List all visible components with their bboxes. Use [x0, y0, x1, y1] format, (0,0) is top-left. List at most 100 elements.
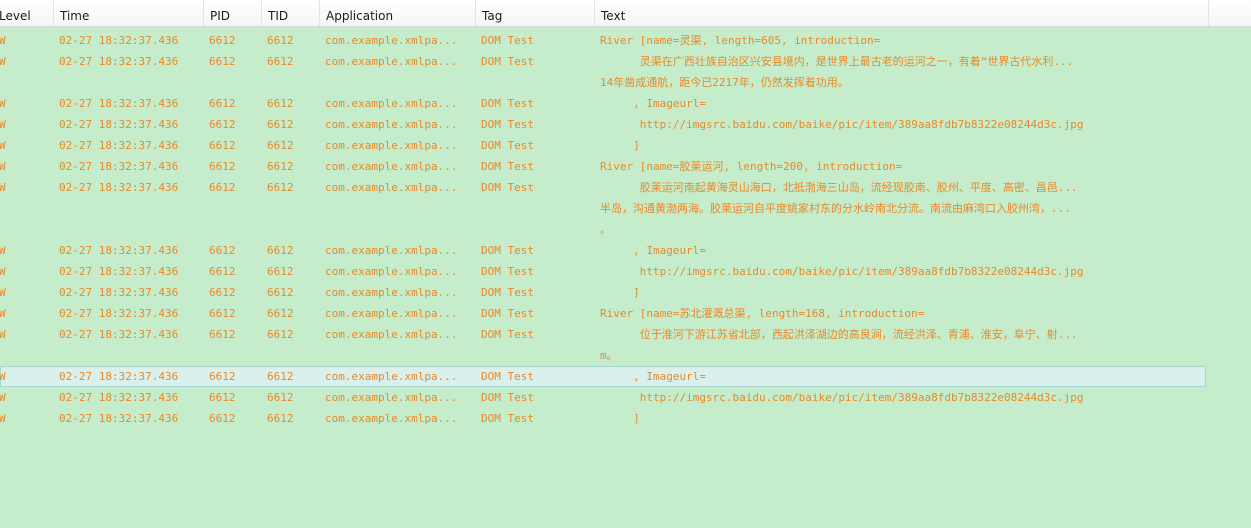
log-application-cell: com.example.xmlpa... — [325, 286, 458, 299]
log-tag-cell: DOM Test — [481, 286, 534, 299]
log-level-cell: W — [0, 55, 6, 68]
log-text-cell: River [name=苏北灌溉总渠, length=168, introduc… — [600, 307, 925, 320]
log-level-cell: W — [0, 391, 6, 404]
log-pid-cell: 6612 — [209, 181, 236, 194]
log-tag-cell: DOM Test — [481, 55, 534, 68]
log-application-cell: com.example.xmlpa... — [325, 139, 458, 152]
column-header-level[interactable]: Level — [0, 0, 53, 26]
log-level-cell: W — [0, 307, 6, 320]
log-application-cell: com.example.xmlpa... — [325, 160, 458, 173]
log-text-cell: ] — [600, 139, 640, 152]
log-row[interactable]: W 02-27 18:32:37.436 6612 6612 com.example.x… — [0, 240, 1251, 261]
log-pid-cell: 6612 — [209, 139, 236, 152]
log-tid-cell: 6612 — [267, 244, 294, 257]
log-application-cell: com.example.xmlpa... — [325, 391, 458, 404]
log-pid-cell: 6612 — [209, 244, 236, 257]
log-time-cell: 02-27 18:32:37.436 — [59, 370, 179, 383]
log-level-cell: W — [0, 118, 6, 131]
log-text-cell: 灵渠在广西壮族自治区兴安县境内，是世界上最古老的运河之一，有着“世界古代水利..… — [600, 55, 1074, 68]
log-time-cell: 02-27 18:32:37.436 — [59, 265, 179, 278]
log-application-cell: com.example.xmlpa... — [325, 244, 458, 257]
log-pid-cell: 6612 — [209, 391, 236, 404]
log-time-cell: 02-27 18:32:37.436 — [59, 55, 179, 68]
log-tag-cell: DOM Test — [481, 181, 534, 194]
log-row[interactable]: W 02-27 18:32:37.436 6612 6612 com.example.x… — [0, 366, 1206, 387]
log-text-cell: http://imgsrc.baidu.com/baike/pic/item/3… — [600, 265, 1084, 278]
log-pid-cell: 6612 — [209, 328, 236, 341]
log-pid-cell: 6612 — [209, 118, 236, 131]
log-tid-cell: 6612 — [267, 328, 294, 341]
log-application-cell: com.example.xmlpa... — [325, 97, 458, 110]
log-row[interactable]: W 02-27 18:32:37.436 6612 6612 com.example.x… — [0, 303, 1251, 324]
log-time-cell: 02-27 18:32:37.436 — [59, 118, 179, 131]
log-row[interactable]: W 02-27 18:32:37.436 6612 6612 com.example.x… — [0, 408, 1251, 429]
log-time-cell: 02-27 18:32:37.436 — [59, 328, 179, 341]
log-text-continuation: m。 — [600, 349, 618, 362]
log-tag-cell: DOM Test — [481, 391, 534, 404]
log-row[interactable]: W 02-27 18:32:37.436 6612 6612 com.example.x… — [0, 156, 1251, 177]
log-tag-cell: DOM Test — [481, 307, 534, 320]
log-row[interactable]: W 02-27 18:32:37.436 6612 6612 com.example.x… — [0, 387, 1251, 408]
log-tag-cell: DOM Test — [481, 412, 534, 425]
log-level-cell: W — [0, 244, 6, 257]
log-level-cell: W — [0, 97, 6, 110]
log-text-cell: , Imageurl= — [600, 97, 706, 110]
log-time-cell: 02-27 18:32:37.436 — [59, 97, 179, 110]
log-tid-cell: 6612 — [267, 139, 294, 152]
log-application-cell: com.example.xmlpa... — [325, 181, 458, 194]
log-row[interactable]: W 02-27 18:32:37.436 6612 6612 com.example.x… — [0, 177, 1251, 240]
log-pid-cell: 6612 — [209, 370, 236, 383]
log-application-cell: com.example.xmlpa... — [325, 370, 458, 383]
log-tid-cell: 6612 — [267, 307, 294, 320]
column-header-application[interactable]: Application — [319, 0, 475, 26]
log-application-cell: com.example.xmlpa... — [325, 118, 458, 131]
log-row[interactable]: W 02-27 18:32:37.436 6612 6612 com.example.x… — [0, 135, 1251, 156]
log-text-cell: http://imgsrc.baidu.com/baike/pic/item/3… — [600, 118, 1084, 131]
log-row[interactable]: W 02-27 18:32:37.436 6612 6612 com.example.x… — [0, 282, 1251, 303]
log-time-cell: 02-27 18:32:37.436 — [59, 34, 179, 47]
log-tag-cell: DOM Test — [481, 328, 534, 341]
column-header-time[interactable]: Time — [53, 0, 203, 26]
log-pid-cell: 6612 — [209, 34, 236, 47]
column-header-pid[interactable]: PID — [203, 0, 261, 26]
log-row[interactable]: W 02-27 18:32:37.436 6612 6612 com.example.x… — [0, 114, 1251, 135]
log-level-cell: W — [0, 34, 6, 47]
log-level-cell: W — [0, 370, 6, 383]
log-application-cell: com.example.xmlpa... — [325, 412, 458, 425]
log-pid-cell: 6612 — [209, 412, 236, 425]
log-application-cell: com.example.xmlpa... — [325, 328, 458, 341]
log-pid-cell: 6612 — [209, 160, 236, 173]
log-row[interactable]: W 02-27 18:32:37.436 6612 6612 com.example.x… — [0, 261, 1251, 282]
log-level-cell: W — [0, 139, 6, 152]
log-row[interactable]: W 02-27 18:32:37.436 6612 6612 com.example.x… — [0, 324, 1251, 366]
log-row[interactable]: W 02-27 18:32:37.436 6612 6612 com.example.x… — [0, 51, 1251, 93]
log-row[interactable]: W 02-27 18:32:37.436 6612 6612 com.example.x… — [0, 93, 1251, 114]
log-row[interactable]: W 02-27 18:32:37.436 6612 6612 com.example.x… — [0, 30, 1251, 51]
log-pid-cell: 6612 — [209, 265, 236, 278]
log-tag-cell: DOM Test — [481, 139, 534, 152]
column-header-tid[interactable]: TID — [261, 0, 319, 26]
log-pid-cell: 6612 — [209, 55, 236, 68]
log-level-cell: W — [0, 412, 6, 425]
log-tid-cell: 6612 — [267, 391, 294, 404]
log-tid-cell: 6612 — [267, 55, 294, 68]
log-tid-cell: 6612 — [267, 34, 294, 47]
log-time-cell: 02-27 18:32:37.436 — [59, 307, 179, 320]
log-tag-cell: DOM Test — [481, 370, 534, 383]
log-application-cell: com.example.xmlpa... — [325, 55, 458, 68]
log-message-list[interactable]: W 02-27 18:32:37.436 6612 6612 com.example.x… — [0, 30, 1251, 429]
log-tid-cell: 6612 — [267, 97, 294, 110]
column-header-spacer — [1208, 0, 1251, 26]
log-time-cell: 02-27 18:32:37.436 — [59, 286, 179, 299]
log-time-cell: 02-27 18:32:37.436 — [59, 391, 179, 404]
log-level-cell: W — [0, 181, 6, 194]
column-header-tag[interactable]: Tag — [475, 0, 594, 26]
column-header-text[interactable]: Text — [594, 0, 1208, 26]
log-time-cell: 02-27 18:32:37.436 — [59, 412, 179, 425]
log-text-cell: River [name=胶莱运河, length=200, introducti… — [600, 160, 903, 173]
logcat-column-header: Level Time PID TID Application Tag Text — [0, 0, 1251, 27]
log-tid-cell: 6612 — [267, 181, 294, 194]
log-tid-cell: 6612 — [267, 412, 294, 425]
log-time-cell: 02-27 18:32:37.436 — [59, 160, 179, 173]
log-application-cell: com.example.xmlpa... — [325, 265, 458, 278]
